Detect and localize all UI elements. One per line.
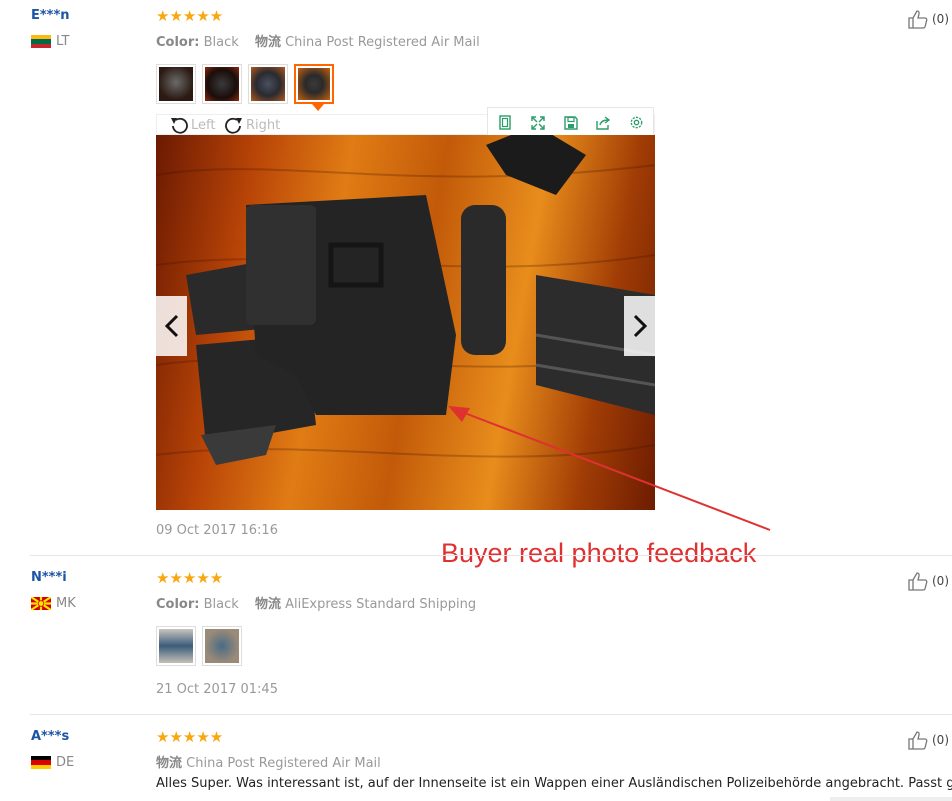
flag-lt-icon [31, 35, 51, 48]
rotate-left-button[interactable]: Left [168, 116, 215, 135]
fit-button[interactable] [488, 108, 521, 137]
previous-photo-button[interactable] [156, 296, 187, 356]
reviewer-country: LT [31, 34, 69, 49]
rotate-right-icon [225, 117, 242, 134]
star-rating: ★★★★★ [156, 7, 224, 25]
photo-thumbnail[interactable] [248, 64, 288, 104]
shipping-label: 物流 [254, 35, 281, 50]
settings-button[interactable] [620, 108, 653, 137]
thumbs-up-icon [908, 10, 928, 29]
photo-thumbnail[interactable] [156, 626, 196, 666]
reviewer-name[interactable]: E***n [31, 8, 70, 23]
photo-thumbnail[interactable] [156, 64, 196, 104]
fullscreen-button[interactable] [521, 108, 554, 137]
reviewer-country: DE [31, 755, 74, 770]
rotate-left-icon [171, 117, 188, 134]
shipping-value: AliExpress Standard Shipping [285, 597, 477, 612]
chevron-right-icon [633, 314, 647, 338]
helpful-count: (0) [932, 574, 949, 588]
rotate-right-button[interactable]: Right [223, 116, 280, 135]
next-photo-button[interactable] [624, 296, 655, 356]
flag-mk-icon [31, 597, 51, 610]
chevron-left-icon [164, 314, 178, 338]
fit-icon [498, 115, 511, 130]
color-label: Color: [156, 597, 200, 612]
review-date: 21 Oct 2017 01:45 [156, 682, 278, 697]
helpful-button[interactable]: (0) [908, 571, 949, 591]
review-text: Alles Super. Was interessant ist, auf de… [156, 776, 952, 791]
review-divider [30, 714, 952, 715]
photo-thumbnail-active[interactable] [294, 64, 334, 104]
save-button[interactable] [554, 108, 587, 137]
save-icon [563, 115, 578, 130]
star-rating: ★★★★★ [156, 728, 224, 746]
shipping-label: 物流 [156, 756, 183, 771]
thumbs-up-icon [908, 572, 928, 591]
rotate-right-label: Right [246, 118, 281, 133]
review-divider [30, 555, 952, 556]
thumbs-up-icon [908, 731, 928, 750]
reviewer-country: MK [31, 596, 76, 611]
color-label: Color: [156, 35, 200, 50]
viewer-tools [487, 107, 654, 138]
photo-thumbnail[interactable] [202, 64, 242, 104]
helpful-button[interactable]: (0) [908, 730, 949, 750]
share-button[interactable] [587, 108, 620, 137]
annotation-label: Buyer real photo feedback [441, 538, 757, 568]
country-code: LT [56, 34, 70, 49]
settings-icon [630, 116, 643, 129]
photo-thumbnail[interactable] [202, 626, 242, 666]
viewer-toolbar: Left Right [156, 107, 655, 138]
star-rating: ★★★★★ [156, 569, 224, 587]
review-date: 09 Oct 2017 16:16 [156, 523, 278, 538]
color-value: Black [203, 597, 239, 612]
scroll-edge [830, 797, 952, 801]
review-meta: Color: Black 物流 AliExpress Standard Ship… [156, 593, 476, 612]
color-value: Black [203, 35, 239, 50]
review-meta: Color: Black 物流 China Post Registered Ai… [156, 31, 480, 50]
fullscreen-icon [530, 115, 545, 130]
share-icon [596, 115, 611, 130]
shipping-value: China Post Registered Air Mail [186, 756, 381, 771]
shipping-value: China Post Registered Air Mail [285, 35, 480, 50]
helpful-count: (0) [932, 733, 949, 747]
rotate-left-label: Left [191, 118, 216, 133]
active-thumbnail-pointer [312, 104, 324, 111]
review-photos [156, 64, 334, 104]
helpful-count: (0) [932, 12, 949, 26]
reviewer-name[interactable]: N***i [31, 570, 67, 585]
helpful-button[interactable]: (0) [908, 9, 949, 29]
country-code: MK [56, 596, 76, 611]
flag-de-icon [31, 756, 51, 769]
review-photos [156, 626, 242, 666]
shipping-label: 物流 [254, 597, 281, 612]
reviewer-name[interactable]: A***s [31, 729, 69, 744]
annotation-arrow [448, 406, 771, 531]
country-code: DE [56, 755, 75, 770]
review-meta: 物流 China Post Registered Air Mail [156, 752, 381, 771]
